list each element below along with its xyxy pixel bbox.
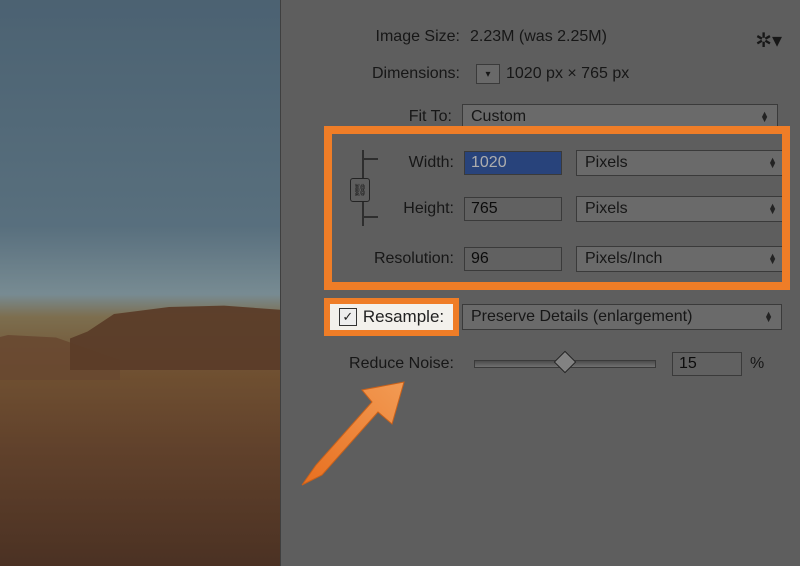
reduce-noise-slider[interactable] [474,360,656,368]
updown-icon: ▲▼ [768,158,777,168]
constrain-proportions-link[interactable]: ⛓ [356,150,386,226]
width-unit-select[interactable]: Pixels ▲▼ [576,150,786,176]
updown-icon: ▲▼ [768,254,777,264]
resolution-unit-select[interactable]: Pixels/Inch ▲▼ [576,246,786,272]
resolution-unit-value: Pixels/Inch [585,250,662,268]
image-preview [0,0,281,566]
height-input[interactable] [464,197,562,221]
percent-label: % [750,355,764,373]
height-unit-select[interactable]: Pixels ▲▼ [576,196,786,222]
dimensions-label: Dimensions: [280,65,460,83]
chain-icon: ⛓ [350,178,370,202]
resolution-input[interactable] [464,247,562,271]
fit-to-select[interactable]: Custom ▲▼ [462,104,778,130]
resample-label: Resample: [363,307,444,327]
updown-icon: ▲▼ [764,312,773,322]
resolution-label: Resolution: [0,250,454,268]
reduce-noise-input[interactable] [672,352,742,376]
resample-method-select[interactable]: Preserve Details (enlargement) ▲▼ [462,304,782,330]
resample-checkbox[interactable]: ✓ [339,308,357,326]
slider-thumb[interactable] [554,351,577,374]
image-size-panel: ✲▾ Image Size: 2.23M (was 2.25M) Dimensi… [280,0,800,566]
height-unit-value: Pixels [585,200,628,218]
resample-method-value: Preserve Details (enlargement) [471,308,692,326]
image-size-value: 2.23M (was 2.25M) [470,28,607,46]
updown-icon: ▲▼ [760,112,769,122]
fit-to-value: Custom [471,108,526,126]
reduce-noise-label: Reduce Noise: [0,355,454,373]
image-size-label: Image Size: [280,28,460,46]
dimensions-unit-toggle[interactable]: ▾ [476,64,500,84]
width-unit-value: Pixels [585,154,628,172]
width-input[interactable] [464,151,562,175]
updown-icon: ▲▼ [768,204,777,214]
highlight-resample: ✓ Resample: [324,298,459,336]
dimensions-value: 1020 px × 765 px [506,65,629,83]
fit-to-label: Fit To: [280,108,452,126]
